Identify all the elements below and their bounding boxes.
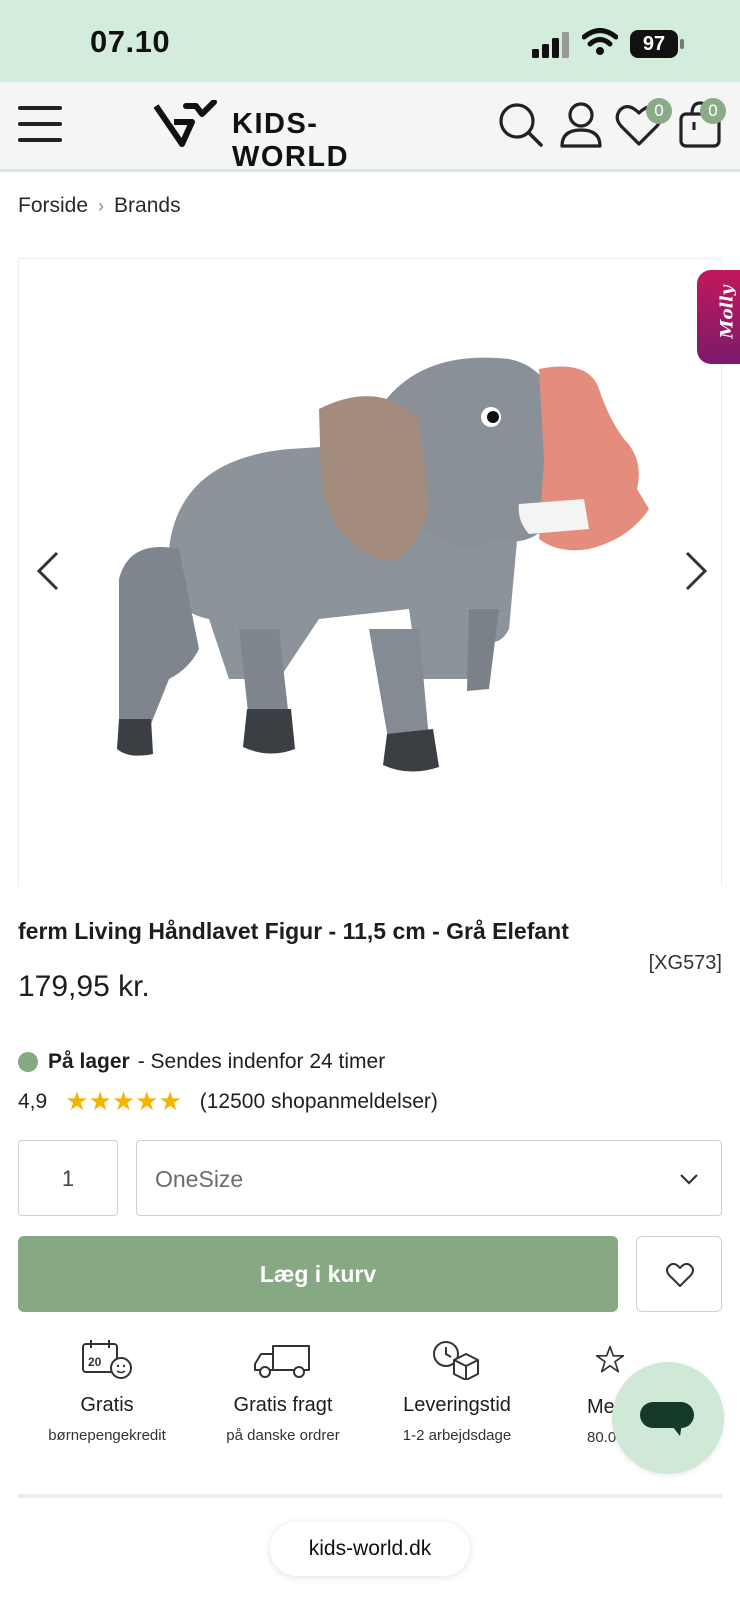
- product-title: ferm Living Håndlavet Figur - 11,5 cm - …: [18, 918, 569, 944]
- molly-chat-tab[interactable]: Molly: [697, 270, 740, 364]
- rating-value: 4,9: [18, 1089, 48, 1113]
- stock-status: På lager - Sendes indenfor 24 timer: [18, 1050, 385, 1074]
- previous-image-arrow[interactable]: [33, 549, 63, 593]
- svg-text:20: 20: [88, 1355, 102, 1369]
- breadcrumb-brands[interactable]: Brands: [114, 194, 181, 218]
- next-image-arrow[interactable]: [681, 549, 711, 593]
- status-time: 07.10: [90, 24, 171, 59]
- usp-item-credit: 20 Gratis børnepengekredit: [22, 1340, 192, 1444]
- usp-item-delivery: Leveringstid 1-2 arbejdsdage: [372, 1340, 542, 1444]
- site-logo[interactable]: KIDS-WORLD: [152, 98, 432, 173]
- rating[interactable]: 4,9 ★★★★★ (12500 shopanmeldelser): [18, 1086, 438, 1117]
- calendar-icon: 20: [82, 1340, 132, 1379]
- cart-count-badge: 0: [700, 98, 726, 124]
- usp-subtitle: 1-2 arbejdsdage: [402, 1427, 512, 1444]
- usp-title: Gratis fragt: [233, 1394, 333, 1416]
- stock-note: - Sendes indenfor 24 timer: [137, 1050, 386, 1073]
- rating-count: (12500 shopanmeldelser): [199, 1089, 438, 1113]
- logo-text: KIDS-WORLD: [232, 108, 350, 173]
- breadcrumb-forside[interactable]: Forside: [18, 194, 88, 218]
- quantity-input[interactable]: 1: [18, 1140, 118, 1216]
- product-price: 179,95 kr.: [18, 970, 150, 1003]
- usp-subtitle: børnepengekredit: [48, 1427, 166, 1444]
- logo-mark-icon: [153, 100, 217, 147]
- chevron-right-icon: ›: [98, 195, 105, 216]
- menu-icon[interactable]: [16, 102, 64, 146]
- battery-level: 97: [630, 30, 678, 58]
- user-icon[interactable]: [556, 100, 606, 150]
- product-gallery: [18, 258, 722, 886]
- truck-icon: [254, 1345, 310, 1378]
- heart-outline-icon: [666, 1262, 694, 1287]
- usp-title: Leveringstid: [403, 1394, 511, 1416]
- product-sku: [XG573]: [648, 952, 722, 974]
- product-image-elephant[interactable]: [89, 349, 669, 809]
- stock-dot-icon: [18, 1052, 38, 1072]
- status-bar: 07.10 97: [0, 0, 740, 82]
- usp-subtitle: på danske ordrer: [226, 1427, 340, 1444]
- add-to-cart-button[interactable]: Læg i kurv: [18, 1236, 618, 1312]
- stock-label: På lager: [48, 1050, 130, 1073]
- signal-icon: [532, 32, 569, 58]
- browser-url-pill[interactable]: kids-world.dk: [270, 1522, 470, 1576]
- usp-title: Gratis: [80, 1394, 134, 1416]
- chat-bubble-icon: [640, 1402, 694, 1436]
- chevron-down-icon: [680, 1174, 698, 1185]
- rating-stars-icon: ★★★★★: [65, 1086, 182, 1116]
- usp-item-shipping: Gratis fragt på danske ordrer: [198, 1340, 368, 1444]
- battery-icon: 97: [630, 30, 684, 58]
- molly-label: Molly: [717, 285, 738, 339]
- site-header: KIDS-WORLD 0 0: [0, 82, 740, 173]
- add-to-wishlist-button[interactable]: [636, 1236, 722, 1312]
- search-icon[interactable]: [496, 100, 546, 150]
- wishlist-count-badge: 0: [646, 98, 672, 124]
- chat-button[interactable]: [612, 1362, 724, 1474]
- size-select[interactable]: OneSize: [136, 1140, 722, 1216]
- section-divider: [18, 1494, 722, 1498]
- wifi-icon: [582, 28, 618, 55]
- breadcrumb: Forside › Brands: [18, 194, 181, 218]
- size-select-value: OneSize: [155, 1166, 244, 1192]
- clock-box-icon: [433, 1341, 479, 1380]
